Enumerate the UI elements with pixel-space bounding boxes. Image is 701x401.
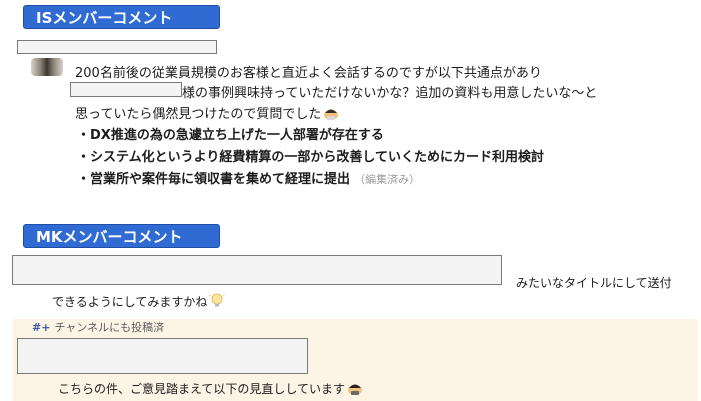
channel-hash-icon: #+ [32,321,51,334]
bowing-person-emoji-icon [347,380,363,396]
is-member-comment-badge: ISメンバーコメント [23,5,220,29]
bullet-2: ・システム化というより経費精算の一部から改善していくためにカード利用検討 [77,150,544,165]
message-line-2: 様の事例興味持っていただけないかな？追加の資料も用意したいな〜と [182,86,598,101]
bowing-person-emoji-icon [323,105,339,121]
bullet-1: ・DX推進の為の急遽立ち上げた一人部署が存在する [77,128,384,143]
light-bulb-emoji-icon [209,293,226,309]
mk-member-comment-badge: MKメンバーコメント [23,224,220,248]
edited-label: （編集済み） [354,173,421,186]
redacted-company-name [70,82,182,97]
redacted-thread-header [17,338,308,374]
also-posted-to-channel[interactable]: #+ チャンネルにも投稿済 [32,319,164,335]
channel-note-text: チャンネルにも投稿済 [54,321,165,334]
redacted-message-title [12,255,502,285]
message-line-mk-2: できるようにしてみますかね [52,293,226,310]
message-line-1: 200名前後の従業員規模のお客様と直近よく会話するのですが以下共通点があり [75,66,542,81]
avatar [31,58,63,76]
bullet-3-row: ・営業所や案件毎に領収書を集めて経理に提出 （編集済み） [77,168,420,187]
thread-reply-line: こちらの件、ご意見踏まえて以下の見直ししています [58,380,363,397]
redacted-username [17,40,217,54]
thread-reply-text: こちらの件、ご意見踏まえて以下の見直ししています [58,382,346,396]
message-line-3: 思っていたら偶然見つけたので質問でした [75,103,339,122]
title-suffix-text: みたいなタイトルにして送付 [516,276,672,290]
message-line-mk-2-text: できるようにしてみますかね [52,295,208,309]
message-line-3-text: 思っていたら偶然見つけたので質問でした [75,107,322,122]
bullet-3: ・営業所や案件毎に領収書を集めて経理に提出 [77,172,351,187]
